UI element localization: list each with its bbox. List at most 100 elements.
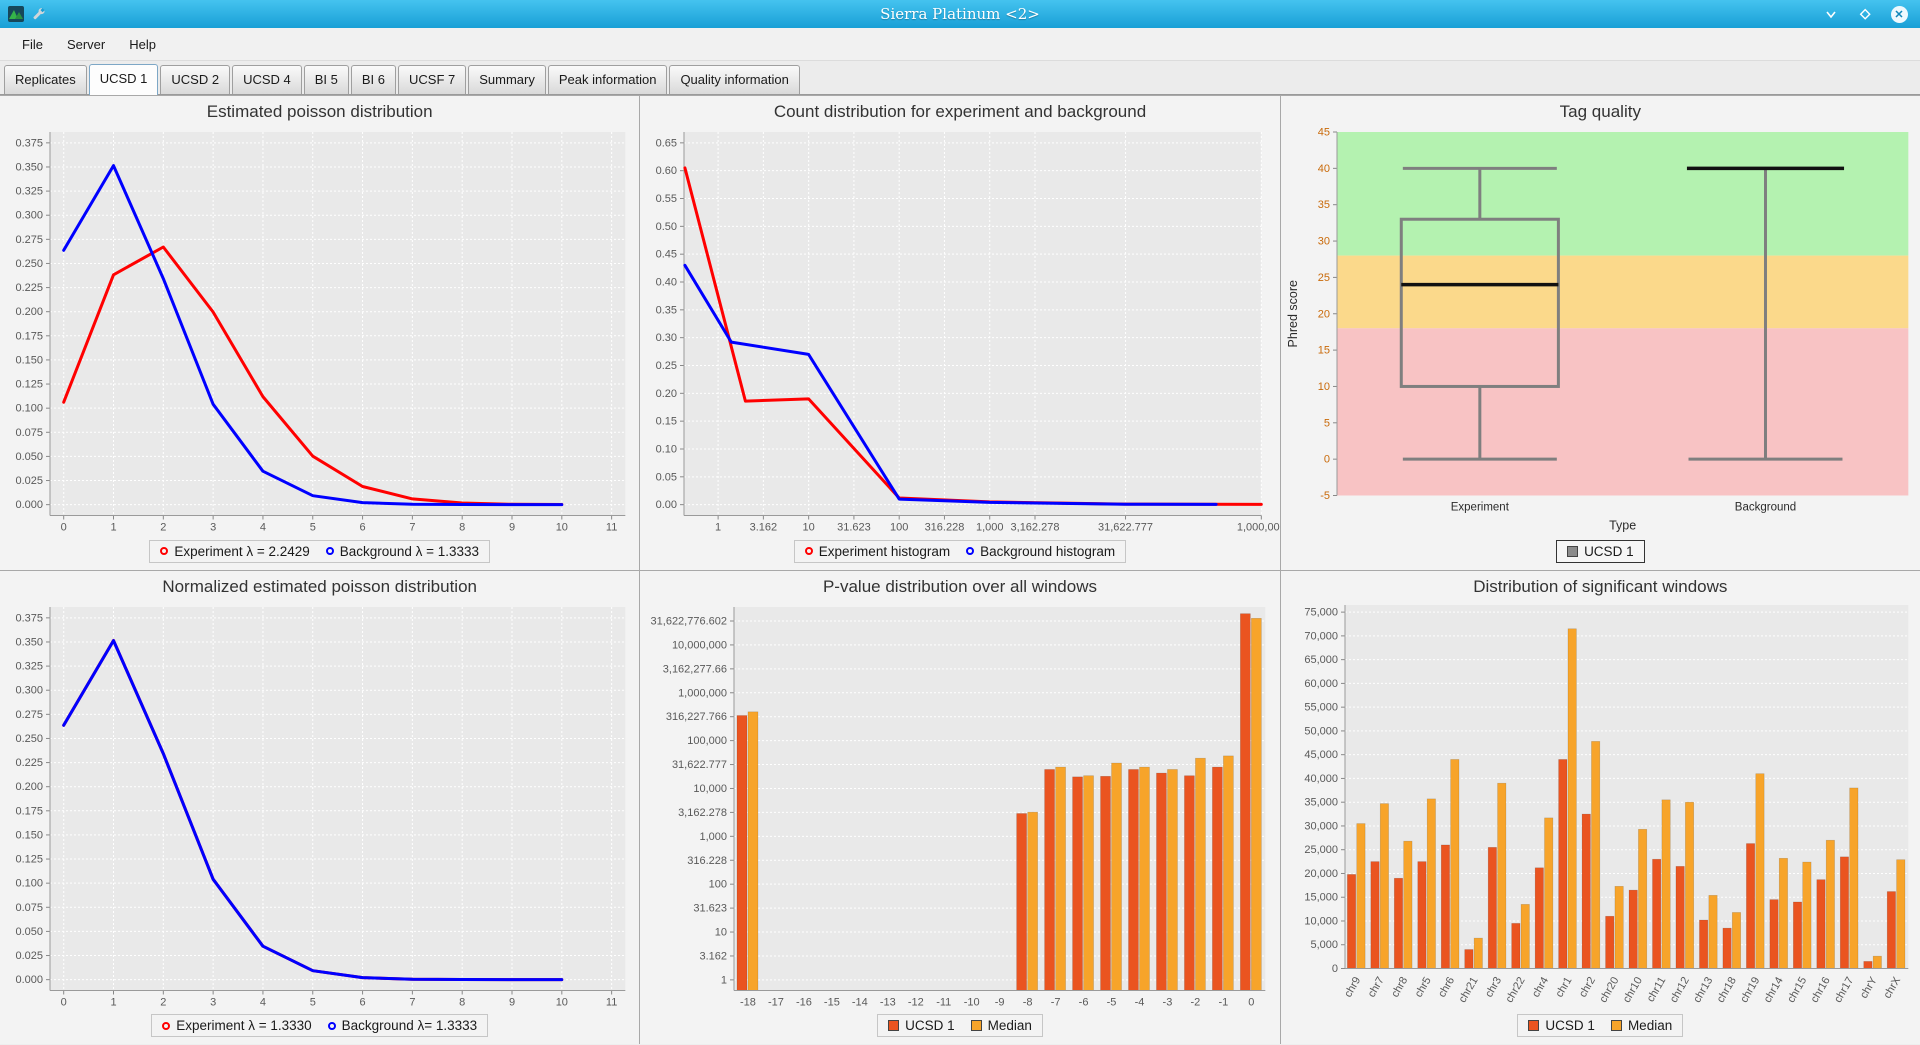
svg-text:0: 0 <box>1249 996 1255 1008</box>
svg-text:0.175: 0.175 <box>15 330 43 342</box>
estimated-poisson-chart: 0.0000.0250.0500.0750.1000.1250.1500.175… <box>0 124 639 540</box>
tab-ucsf-7[interactable]: UCSF 7 <box>398 65 466 94</box>
tab-ucsd-2[interactable]: UCSD 2 <box>160 65 230 94</box>
svg-text:0.300: 0.300 <box>15 210 43 222</box>
svg-text:0.075: 0.075 <box>15 901 43 913</box>
svg-text:0.30: 0.30 <box>656 332 677 344</box>
svg-text:5: 5 <box>310 522 316 534</box>
svg-text:0.225: 0.225 <box>15 282 43 294</box>
svg-text:0.35: 0.35 <box>656 304 677 316</box>
legend-label: UCSD 1 <box>1545 1018 1595 1033</box>
tab-ucsd-4[interactable]: UCSD 4 <box>232 65 302 94</box>
maximize-button[interactable] <box>1856 5 1874 23</box>
chart-title: Tag quality <box>1281 100 1920 124</box>
svg-text:0.275: 0.275 <box>15 708 43 720</box>
svg-text:Type: Type <box>1609 519 1636 533</box>
svg-text:-3: -3 <box>1163 996 1173 1008</box>
close-button[interactable]: ✕ <box>1890 5 1908 23</box>
svg-text:50,000: 50,000 <box>1304 725 1338 737</box>
svg-text:10: 10 <box>1317 381 1329 393</box>
legend-item: Experiment λ = 1.3330 <box>162 1018 311 1033</box>
svg-text:0.200: 0.200 <box>15 781 43 793</box>
tab-quality-information[interactable]: Quality information <box>669 65 799 94</box>
square-marker-icon <box>1611 1020 1622 1031</box>
svg-text:9: 9 <box>509 996 515 1008</box>
svg-text:31,622.777: 31,622.777 <box>1098 522 1153 534</box>
tab-ucsd-1[interactable]: UCSD 1 <box>89 64 159 95</box>
svg-text:10: 10 <box>556 522 568 534</box>
square-marker-icon <box>1528 1020 1539 1031</box>
chart-panel-tag-quality: Tag quality -5051015202530354045Experime… <box>1281 96 1920 570</box>
svg-text:3.162: 3.162 <box>700 950 728 962</box>
svg-text:0.125: 0.125 <box>15 853 43 865</box>
tab-peak-information[interactable]: Peak information <box>548 65 668 94</box>
svg-text:100: 100 <box>890 522 908 534</box>
legend-label: Experiment λ = 2.2429 <box>174 544 309 559</box>
chart-panel-count-distribution: Count distribution for experiment and ba… <box>640 96 1279 570</box>
svg-text:1: 1 <box>721 974 727 986</box>
menu-help[interactable]: Help <box>117 31 168 58</box>
app-icon <box>8 6 24 22</box>
significant-windows-chart: 05,00010,00015,00020,00025,00030,00035,0… <box>1281 599 1920 1015</box>
svg-text:chr18: chr18 <box>1714 975 1738 1005</box>
svg-text:-5: -5 <box>1320 490 1330 502</box>
svg-text:1,000,000: 1,000,000 <box>678 687 727 699</box>
svg-text:chr4: chr4 <box>1530 975 1551 1000</box>
svg-text:75,000: 75,000 <box>1304 606 1338 618</box>
svg-text:1: 1 <box>110 996 116 1008</box>
svg-text:0.55: 0.55 <box>656 193 677 205</box>
svg-text:25,000: 25,000 <box>1304 844 1338 856</box>
chart-title: Normalized estimated poisson distributio… <box>0 575 639 599</box>
svg-text:0.325: 0.325 <box>15 186 43 198</box>
chart-legend: Experiment λ = 1.3330 Background λ= 1.333… <box>0 1014 639 1044</box>
svg-text:31.623: 31.623 <box>837 522 871 534</box>
chart-legend: UCSD 1 <box>1281 540 1920 570</box>
chart-legend: UCSD 1Median <box>640 1014 1279 1044</box>
chart-title: P-value distribution over all windows <box>640 575 1279 599</box>
menu-server[interactable]: Server <box>55 31 117 58</box>
legend-label: Experiment histogram <box>819 544 950 559</box>
minimize-button[interactable] <box>1822 5 1840 23</box>
svg-text:chr21: chr21 <box>1456 975 1480 1005</box>
svg-text:0.250: 0.250 <box>15 258 43 270</box>
chart-legend: Experiment λ = 2.2429Background λ = 1.33… <box>0 540 639 570</box>
legend-box: Experiment histogramBackground histogram <box>794 540 1126 563</box>
tab-replicates[interactable]: Replicates <box>4 65 87 94</box>
svg-text:0.175: 0.175 <box>15 805 43 817</box>
svg-text:chrY: chrY <box>1858 974 1880 1000</box>
svg-text:10: 10 <box>556 996 568 1008</box>
legend-label: Background λ= 1.3333 <box>342 1018 477 1033</box>
svg-text:0: 0 <box>1332 963 1338 975</box>
svg-text:0.100: 0.100 <box>15 877 43 889</box>
svg-text:0.45: 0.45 <box>656 249 677 261</box>
svg-text:0.125: 0.125 <box>15 379 43 391</box>
chevron-down-icon <box>1825 8 1837 20</box>
svg-text:chr20: chr20 <box>1597 975 1621 1005</box>
circle-marker-icon <box>328 1022 336 1030</box>
svg-text:30,000: 30,000 <box>1304 820 1338 832</box>
tab-bi-5[interactable]: BI 5 <box>304 65 349 94</box>
svg-text:15: 15 <box>1317 345 1329 357</box>
svg-text:5,000: 5,000 <box>1310 939 1338 951</box>
svg-text:chr13: chr13 <box>1691 975 1715 1005</box>
svg-text:chr7: chr7 <box>1365 975 1386 1000</box>
svg-text:-10: -10 <box>964 996 980 1008</box>
svg-text:31,622.777: 31,622.777 <box>672 759 727 771</box>
svg-text:0: 0 <box>61 996 67 1008</box>
menu-file[interactable]: File <box>10 31 55 58</box>
svg-text:0.000: 0.000 <box>15 499 43 511</box>
circle-marker-icon <box>160 547 168 555</box>
tab-bi-6[interactable]: BI 6 <box>351 65 396 94</box>
svg-text:chrX: chrX <box>1881 974 1903 1000</box>
svg-text:-7: -7 <box>1051 996 1061 1008</box>
tab-summary[interactable]: Summary <box>468 65 546 94</box>
svg-text:0.225: 0.225 <box>15 757 43 769</box>
chart-panel-pvalue-distribution: P-value distribution over all windows 1 3… <box>640 571 1279 1045</box>
svg-text:25: 25 <box>1317 272 1329 284</box>
chart-panel-normalized-poisson: Normalized estimated poisson distributio… <box>0 571 639 1045</box>
chart-title: Distribution of significant windows <box>1281 575 1920 599</box>
svg-text:316.228: 316.228 <box>688 854 728 866</box>
legend-item: UCSD 1 <box>1567 544 1634 559</box>
circle-marker-icon <box>162 1022 170 1030</box>
svg-text:0.325: 0.325 <box>15 660 43 672</box>
